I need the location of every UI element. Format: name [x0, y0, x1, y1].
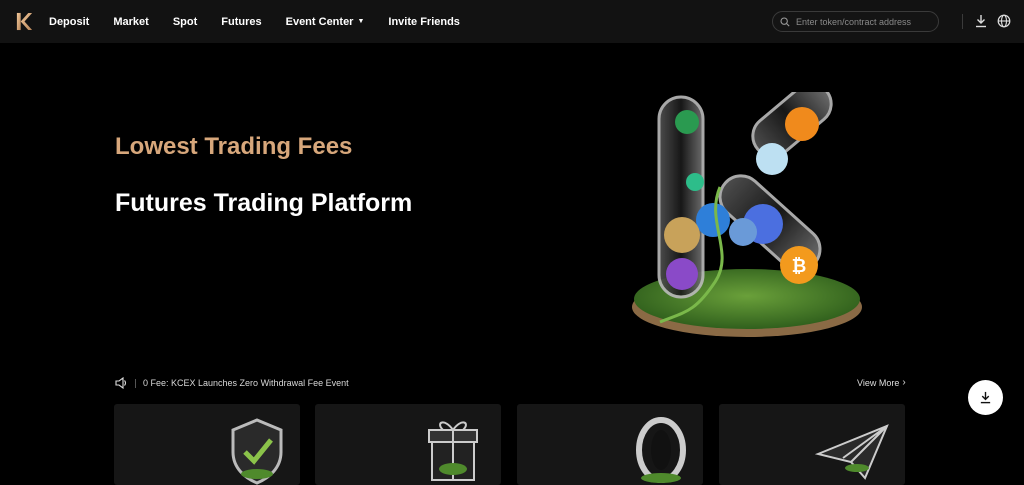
nav-market-label: Market	[113, 15, 149, 28]
caret-down-icon: ▼	[357, 18, 365, 25]
nav-divider	[962, 14, 963, 29]
announcement-divider	[135, 378, 136, 388]
speaker-icon	[115, 377, 127, 389]
nav-event-center-label: Event Center	[285, 15, 354, 28]
nav-futures-label: Futures	[221, 15, 262, 28]
top-nav: Deposit Market Spot Futures Event Center…	[0, 0, 1024, 43]
hero-subtitle: Lowest Trading Fees	[115, 133, 353, 160]
nav-deposit[interactable]: Deposit	[49, 16, 89, 28]
nav-spot[interactable]: Spot	[173, 16, 197, 28]
hero-title: Futures Trading Platform	[115, 189, 413, 217]
floating-download-button[interactable]	[968, 380, 1003, 415]
gift-box-icon	[428, 421, 478, 481]
nav-links: Deposit Market Spot Futures Event Center…	[49, 0, 484, 43]
view-more-link[interactable]: View More ›	[857, 377, 906, 388]
view-more-label: View More	[857, 377, 900, 388]
shield-check-icon	[231, 418, 283, 485]
kcex-logo-icon[interactable]	[15, 12, 34, 31]
download-icon[interactable]	[974, 14, 988, 28]
search-input[interactable]	[796, 16, 926, 27]
paper-plane-icon	[815, 424, 889, 480]
announcement-text[interactable]: 0 Fee: KCEX Launches Zero Withdrawal Fee…	[143, 378, 349, 388]
download-icon	[980, 391, 991, 404]
chevron-right-icon: ›	[902, 377, 906, 388]
nav-futures[interactable]: Futures	[221, 16, 261, 28]
nav-invite-friends-label: Invite Friends	[388, 15, 460, 28]
hero-crypto-k-illustration: ₿	[632, 92, 862, 337]
promo-card-2[interactable]	[315, 404, 501, 485]
zero-icon	[636, 417, 686, 483]
nav-event-center[interactable]: Event Center ▼	[286, 16, 365, 28]
nav-spot-label: Spot	[172, 15, 198, 28]
search-box[interactable]	[772, 11, 939, 32]
promo-card-3[interactable]	[517, 404, 703, 485]
promo-card-4[interactable]	[719, 404, 905, 485]
search-icon	[780, 16, 790, 27]
nav-invite-friends[interactable]: Invite Friends	[388, 16, 460, 28]
nav-deposit-label: Deposit	[49, 15, 90, 28]
globe-icon[interactable]	[997, 14, 1011, 28]
promo-card-1[interactable]	[114, 404, 300, 485]
svg-text:₿: ₿	[792, 256, 807, 277]
announcement-bar: 0 Fee: KCEX Launches Zero Withdrawal Fee…	[115, 376, 349, 390]
nav-market[interactable]: Market	[113, 16, 148, 28]
